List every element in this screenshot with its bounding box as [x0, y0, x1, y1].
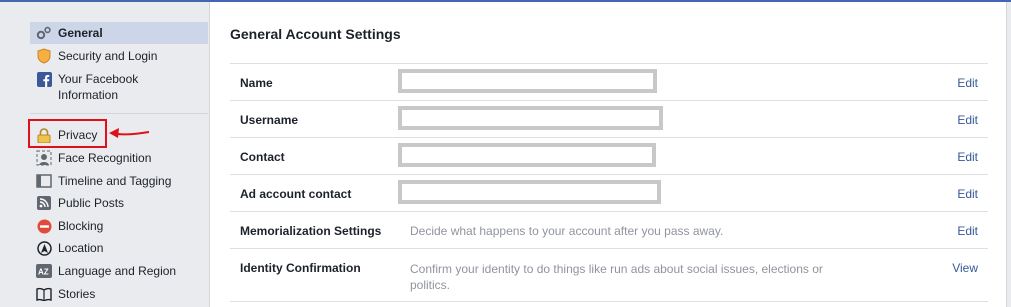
sidebar-item-your-facebook-information[interactable]: Your Facebook Information: [30, 71, 208, 103]
settings-row-identity-confirmation: Identity Confirmation Confirm your ident…: [230, 248, 988, 301]
svg-text:AZ: AZ: [38, 268, 49, 277]
sidebar-item-stories[interactable]: Stories: [30, 286, 208, 302]
annotation-arrow-icon: [109, 128, 150, 138]
row-label: Contact: [240, 150, 285, 164]
book-icon: [36, 286, 52, 302]
row-label: Identity Confirmation: [240, 261, 361, 275]
row-label: Ad account contact: [240, 187, 352, 201]
settings-panel: General Account Settings Name Edit Usern…: [210, 2, 1007, 307]
redacted-value: [398, 106, 663, 130]
sidebar-divider: [30, 113, 208, 114]
sidebar-item-general[interactable]: General: [30, 22, 208, 44]
sidebar-item-timeline-and-tagging[interactable]: Timeline and Tagging: [30, 173, 208, 189]
row-label: Name: [240, 76, 273, 90]
sidebar-item-label: Face Recognition: [58, 151, 152, 165]
view-identity-confirmation-link[interactable]: View: [952, 261, 978, 275]
sidebar-item-label: Blocking: [58, 219, 104, 233]
sidebar-item-location[interactable]: Location: [30, 240, 208, 256]
settings-row-username: Username Edit: [230, 100, 988, 137]
edit-name-link[interactable]: Edit: [957, 76, 978, 90]
timeline-icon: [36, 173, 52, 189]
settings-row-ad-account-contact: Ad account contact Edit: [230, 174, 988, 211]
sidebar-item-security[interactable]: Security and Login: [30, 48, 208, 64]
sidebar-item-blocking[interactable]: Blocking: [30, 218, 208, 234]
facebook-icon: [36, 71, 52, 87]
settings-row-contact: Contact Edit: [230, 137, 988, 174]
settings-row-name: Name Edit: [230, 63, 988, 100]
row-label: Memorialization Settings: [240, 224, 382, 238]
edit-contact-link[interactable]: Edit: [957, 150, 978, 164]
redacted-value: [398, 69, 657, 93]
redacted-value: [398, 143, 656, 167]
sidebar-item-label: Security and Login: [58, 49, 158, 63]
row-value: Confirm your identity to do things like …: [410, 262, 823, 292]
gears-icon: [36, 25, 52, 41]
sidebar-item-label: Stories: [58, 287, 96, 301]
settings-sidebar: General Security and Login Your Facebook…: [0, 2, 210, 307]
sidebar-item-public-posts[interactable]: Public Posts: [30, 195, 208, 211]
settings-row-memorialization: Memorialization Settings Decide what hap…: [230, 211, 988, 248]
redacted-value: [398, 180, 661, 204]
sidebar-item-label: Public Posts: [58, 196, 125, 210]
shield-icon: [36, 48, 52, 64]
block-icon: [36, 218, 52, 234]
rss-icon: [36, 195, 52, 211]
row-label: Username: [240, 113, 299, 127]
row-value: Decide what happens to your account afte…: [410, 224, 724, 238]
edit-username-link[interactable]: Edit: [957, 113, 978, 127]
sidebar-item-label: Your Facebook Information: [58, 72, 139, 102]
annotation-highlight-box: [28, 119, 107, 148]
sidebar-item-language-and-region[interactable]: AZ Language and Region: [30, 263, 208, 279]
sidebar-item-label: Timeline and Tagging: [58, 174, 172, 188]
divider: [230, 301, 988, 302]
location-icon: [36, 240, 52, 256]
page-title: General Account Settings: [230, 26, 401, 42]
sidebar-item-label: Location: [58, 241, 104, 255]
sidebar-item-label: Language and Region: [58, 264, 177, 278]
sidebar-item-label: General: [58, 26, 103, 40]
edit-memorialization-link[interactable]: Edit: [957, 224, 978, 238]
face-icon: [36, 150, 52, 166]
edit-ad-account-contact-link[interactable]: Edit: [957, 187, 978, 201]
language-icon: AZ: [36, 263, 52, 279]
sidebar-item-face-recognition[interactable]: Face Recognition: [30, 150, 208, 166]
